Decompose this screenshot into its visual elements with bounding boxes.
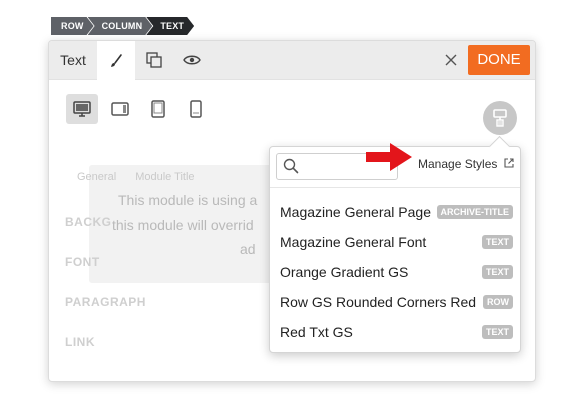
panel-toolbar: Text DONE bbox=[49, 41, 535, 80]
section-font[interactable]: FONT bbox=[65, 255, 100, 269]
device-phone[interactable] bbox=[180, 94, 212, 124]
device-tablet-landscape[interactable] bbox=[104, 94, 136, 124]
tab-text[interactable]: Text bbox=[49, 41, 97, 79]
layers-icon bbox=[146, 52, 162, 68]
dropdown-separator bbox=[270, 187, 520, 188]
style-item[interactable]: Magazine General Page ARCHIVE-TITLE bbox=[270, 197, 520, 227]
breadcrumb: ROW COLUMN TEXT bbox=[51, 17, 194, 35]
manage-styles-link[interactable]: Manage Styles bbox=[418, 157, 497, 171]
tablet-icon bbox=[151, 100, 165, 118]
close-icon bbox=[445, 54, 457, 66]
notice-line-2: this module will overrid bbox=[112, 217, 254, 233]
tab-visibility-layers[interactable] bbox=[135, 41, 173, 79]
device-desktop[interactable] bbox=[66, 94, 98, 124]
style-item-badge: TEXT bbox=[481, 235, 513, 249]
style-item-badge: ROW bbox=[483, 295, 513, 309]
global-styles-button[interactable] bbox=[483, 101, 517, 135]
style-item-badge: ARCHIVE-TITLE bbox=[436, 205, 513, 219]
global-styles-dropdown: Manage Styles Magazine General Page ARCH… bbox=[269, 146, 521, 353]
style-item[interactable]: Red Txt GS TEXT bbox=[270, 317, 520, 347]
style-item-badge: TEXT bbox=[481, 265, 513, 279]
device-selector bbox=[66, 94, 212, 124]
breadcrumb-row[interactable]: ROW bbox=[51, 17, 94, 35]
tablet-landscape-icon bbox=[111, 102, 129, 116]
search-icon bbox=[283, 158, 299, 174]
external-link-icon[interactable] bbox=[504, 158, 514, 168]
style-item[interactable]: Magazine General Font TEXT bbox=[270, 227, 520, 257]
style-item-label: Orange Gradient GS bbox=[280, 264, 409, 280]
device-tablet[interactable] bbox=[142, 94, 174, 124]
eye-icon bbox=[183, 55, 201, 65]
style-item-label: Row GS Rounded Corners Red bbox=[280, 294, 477, 310]
section-link[interactable]: LINK bbox=[65, 335, 95, 349]
close-button[interactable] bbox=[438, 41, 464, 79]
breadcrumb-column[interactable]: COLUMN bbox=[88, 17, 153, 35]
style-item[interactable]: Orange Gradient GS TEXT bbox=[270, 257, 520, 287]
section-background[interactable]: BACKG bbox=[65, 215, 112, 229]
tab-preview[interactable] bbox=[173, 41, 211, 79]
notice-tab-general: General bbox=[77, 171, 117, 183]
notice-tabs: General Module Title bbox=[77, 171, 211, 183]
tab-styling[interactable] bbox=[97, 41, 135, 80]
notice-line-1: This module is using a bbox=[118, 192, 258, 208]
breadcrumb-text[interactable]: TEXT bbox=[146, 17, 194, 35]
paint-roller-icon bbox=[493, 109, 507, 127]
annotation-arrow-icon bbox=[366, 143, 412, 171]
paintbrush-icon bbox=[111, 53, 122, 67]
desktop-icon bbox=[73, 101, 91, 117]
notice-tab-module-title: Module Title bbox=[135, 171, 195, 183]
phone-icon bbox=[190, 100, 202, 118]
style-item[interactable]: Row GS Rounded Corners Red ROW bbox=[270, 287, 520, 317]
style-item-label: Magazine General Page bbox=[280, 204, 431, 220]
style-item-label: Magazine General Font bbox=[280, 234, 427, 250]
notice-line-3: ad bbox=[240, 241, 256, 257]
section-paragraph[interactable]: PARAGRAPH bbox=[65, 295, 146, 309]
style-item-label: Red Txt GS bbox=[280, 324, 353, 340]
done-button[interactable]: DONE bbox=[468, 45, 530, 75]
style-item-badge: TEXT bbox=[481, 325, 513, 339]
